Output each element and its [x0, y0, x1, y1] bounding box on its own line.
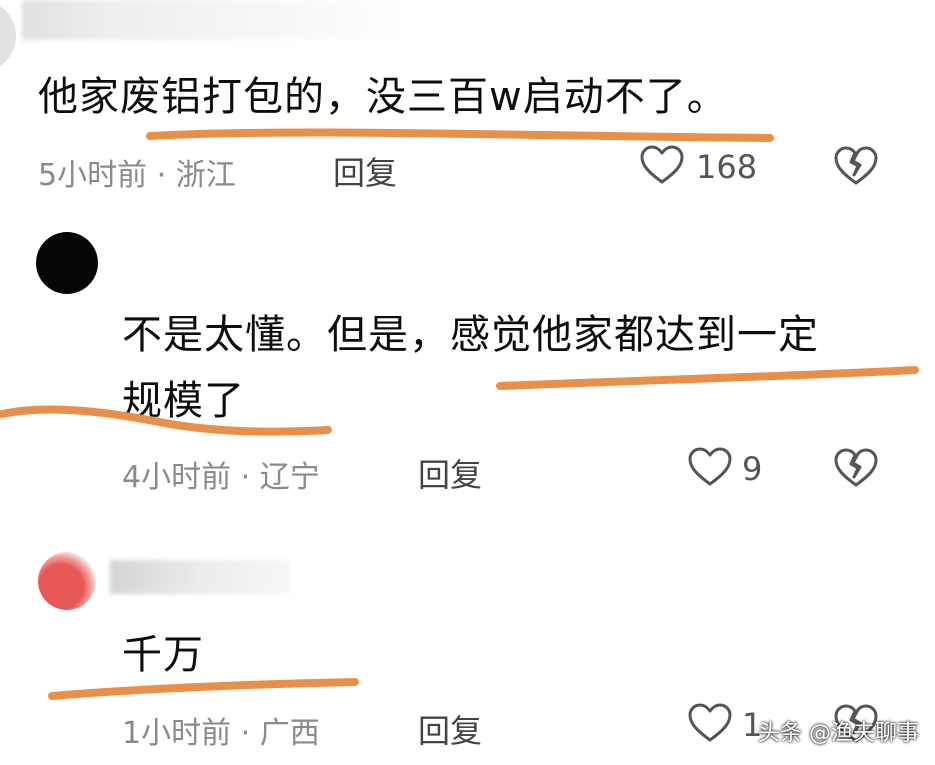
watermark: 头条 @渔夫聊事: [758, 721, 919, 746]
username-blurred: [110, 560, 290, 594]
comment-text-line2: 规模了: [122, 378, 245, 424]
comment-meta: 1小时前 · 广西: [122, 716, 320, 751]
reply-button[interactable]: 回复: [333, 148, 397, 194]
heart-icon[interactable]: [686, 444, 734, 492]
like-count: 9: [742, 450, 763, 488]
comment-meta: 5小时前 · 浙江: [38, 158, 236, 193]
broken-heart-icon[interactable]: [832, 444, 880, 492]
annotation-underline: [496, 366, 919, 390]
avatar[interactable]: [36, 232, 98, 294]
username-blurred: [22, 0, 402, 40]
heart-icon[interactable]: [638, 142, 686, 190]
reply-button[interactable]: 回复: [418, 706, 482, 752]
heart-icon[interactable]: [686, 700, 734, 748]
avatar[interactable]: [0, 0, 16, 72]
comment-text: 千万: [122, 632, 204, 678]
like-count: 168: [696, 148, 758, 186]
comment-text: 他家废铝打包的，没三百w启动不了。: [38, 74, 728, 120]
avatar[interactable]: [38, 552, 96, 610]
annotation-underline: [146, 128, 774, 142]
comment-text-line1: 不是太懂。但是，感觉他家都达到一定: [122, 312, 819, 358]
reply-button[interactable]: 回复: [418, 450, 482, 496]
comment-meta: 4小时前 · 辽宁: [122, 460, 320, 495]
broken-heart-icon[interactable]: [832, 142, 880, 190]
